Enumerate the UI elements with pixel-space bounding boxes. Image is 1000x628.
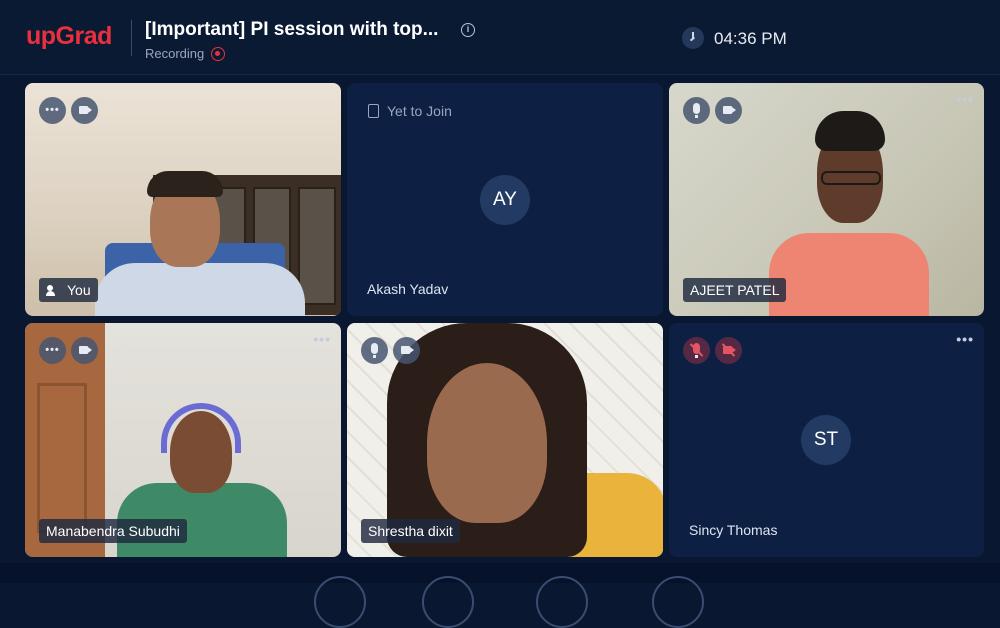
more-horizontal-icon[interactable]: ••• [313, 331, 331, 347]
more-options-button[interactable]: ••• [39, 97, 66, 124]
participant-tile-you[interactable]: ••• You [25, 83, 341, 316]
participant-name-tag: You [39, 278, 98, 302]
camera-toggle-button[interactable] [71, 97, 98, 124]
speaker-icon [46, 283, 62, 296]
door-icon [368, 104, 379, 118]
control-button[interactable] [652, 576, 704, 628]
control-button[interactable] [536, 576, 588, 628]
participant-name: Akash Yadav [367, 281, 449, 297]
participant-name: You [67, 282, 91, 298]
camera-icon [79, 346, 92, 354]
join-status: Yet to Join [387, 103, 452, 119]
camera-toggle-button[interactable] [715, 97, 742, 124]
microphone-button[interactable] [683, 97, 710, 124]
header-divider [131, 20, 132, 56]
control-button[interactable] [422, 576, 474, 628]
participant-name-tag: AJEET PATEL [683, 278, 787, 302]
camera-icon [79, 106, 92, 114]
meeting-header: upGrad [Important] PI session with top..… [0, 0, 1000, 75]
camera-icon [723, 106, 736, 114]
microphone-muted-button[interactable] [683, 337, 710, 364]
camera-icon [401, 346, 414, 354]
microphone-icon [371, 343, 378, 358]
recording-label: Recording [145, 46, 205, 61]
participant-tile-shrestha-dixit[interactable]: Shrestha dixit [347, 323, 663, 557]
participant-name-tag: Manabendra Subudhi [39, 519, 187, 543]
camera-off-button[interactable] [715, 337, 742, 364]
more-horizontal-icon: ••• [45, 344, 60, 356]
record-icon [211, 47, 225, 61]
more-horizontal-icon: ••• [45, 104, 60, 116]
more-horizontal-icon[interactable]: ••• [956, 91, 974, 107]
participant-name: Manabendra Subudhi [46, 523, 180, 539]
camera-toggle-button[interactable] [71, 337, 98, 364]
participant-name-tag: Shrestha dixit [361, 519, 460, 543]
meeting-time: 04:36 PM [714, 29, 787, 48]
more-options-button[interactable]: ••• [39, 337, 66, 364]
avatar: ST [801, 415, 851, 465]
microphone-off-icon [693, 343, 700, 358]
meeting-title: [Important] PI session with top... [145, 19, 439, 40]
participant-name: Sincy Thomas [689, 522, 778, 538]
participant-tile-akash-yadav[interactable]: Yet to Join AY Akash Yadav [347, 83, 663, 316]
participant-tile-manabendra-subudhi[interactable]: ••• ••• Manabendra Subudhi [25, 323, 341, 557]
avatar: AY [480, 175, 530, 225]
participant-tile-sincy-thomas[interactable]: ••• ST Sincy Thomas [669, 323, 984, 557]
microphone-button[interactable] [361, 337, 388, 364]
participant-name: AJEET PATEL [690, 282, 780, 298]
participant-name: Shrestha dixit [368, 523, 453, 539]
camera-off-icon [723, 346, 736, 354]
brand-logo: upGrad [26, 22, 112, 50]
more-horizontal-icon[interactable]: ••• [956, 331, 974, 347]
info-icon[interactable]: i [461, 23, 475, 37]
participant-tile-ajeet-patel[interactable]: ••• AJEET PATEL [669, 83, 984, 316]
control-bar [0, 563, 1000, 583]
clock-icon [682, 27, 704, 49]
microphone-icon [693, 103, 700, 118]
control-button[interactable] [314, 576, 366, 628]
camera-toggle-button[interactable] [393, 337, 420, 364]
